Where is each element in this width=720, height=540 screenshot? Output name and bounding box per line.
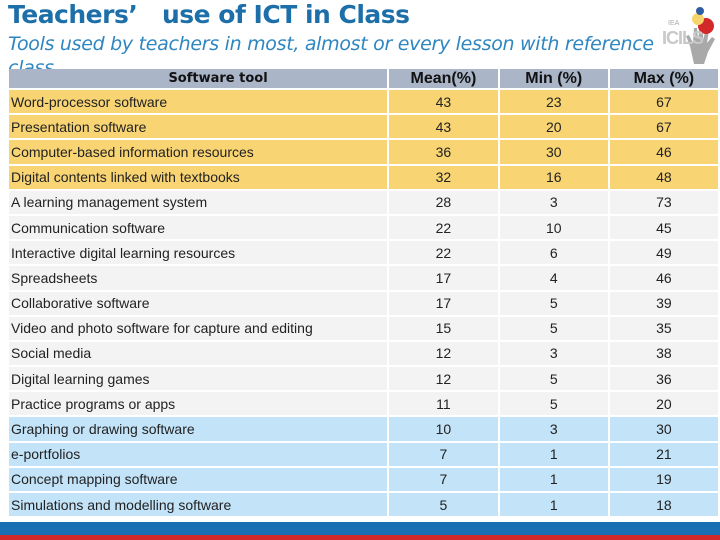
cell-software-tool: Digital contents linked with textbooks (9, 165, 388, 189)
cell-max: 20 (609, 392, 718, 416)
table-row: Social media 12 3 38 (9, 341, 718, 366)
cell-min: 1 (499, 467, 608, 491)
cell-max: 67 (609, 90, 718, 114)
cell-max: 67 (609, 115, 718, 139)
cell-mean: 22 (389, 241, 498, 265)
table-row: Interactive digital learning resources 22… (9, 241, 718, 265)
cell-software-tool: Simulations and modelling software (9, 493, 388, 517)
cell-min: 30 (499, 140, 608, 164)
cell-mean: 17 (389, 291, 498, 315)
cell-max: 73 (609, 190, 718, 214)
slide-title: Teachers’ use of ICT in Class (8, 0, 410, 29)
icils-logo: IEA ICILS (662, 6, 720, 66)
table-row: Computer-based information resources 36 30… (9, 140, 718, 164)
iea-label: IEA (668, 20, 680, 27)
cell-min: 5 (499, 291, 608, 315)
cell-software-tool: Concept mapping software (9, 467, 388, 491)
header-max: Max (%) (609, 69, 718, 88)
cell-mean: 43 (389, 115, 498, 139)
cell-software-tool: Collaborative software (9, 291, 388, 315)
cell-min: 1 (499, 493, 608, 517)
cell-max: 45 (609, 215, 718, 240)
cell-software-tool: Computer-based information resources (9, 140, 388, 164)
cell-mean: 15 (389, 316, 498, 340)
cell-software-tool: Spreadsheets (9, 266, 388, 290)
cell-software-tool: e-portfolios (9, 442, 388, 466)
icils-label: ICILS (662, 28, 704, 48)
table-row: Communication software 22 10 45 (9, 215, 718, 240)
table-row: Digital learning games 12 5 36 (9, 367, 718, 391)
table-row: Digital contents linked with textbooks 32… (9, 165, 718, 189)
table-row: Practice programs or apps 11 5 20 (9, 392, 718, 416)
cell-software-tool: Practice programs or apps (9, 392, 388, 416)
cell-min: 6 (499, 241, 608, 265)
cell-mean: 7 (389, 467, 498, 491)
footer-red-stripe (0, 535, 720, 540)
cell-max: 48 (609, 165, 718, 189)
cell-software-tool: Video and photo software for capture and… (9, 316, 388, 340)
cell-min: 20 (499, 115, 608, 139)
cell-mean: 5 (389, 493, 498, 517)
table-row: Spreadsheets 17 4 46 (9, 266, 718, 290)
table-body: Word-processor software 43 23 67 Presentatio… (9, 90, 718, 517)
header-min: Min (%) (499, 69, 608, 88)
cell-software-tool: A learning management system (9, 190, 388, 214)
cell-mean: 36 (389, 140, 498, 164)
cell-min: 1 (499, 442, 608, 466)
table-row: Concept mapping software 7 1 19 (9, 467, 718, 491)
cell-min: 3 (499, 341, 608, 366)
table-row: e-portfolios 7 1 21 (9, 442, 718, 466)
table-header-row: Software tool Mean(%) Min (%) Max (%) (9, 69, 718, 88)
cell-max: 21 (609, 442, 718, 466)
cell-mean: 12 (389, 367, 498, 391)
table-row: Word-processor software 43 23 67 (9, 90, 718, 114)
table-row: Presentation software 43 20 67 (9, 115, 718, 139)
cell-mean: 32 (389, 165, 498, 189)
table-row: Collaborative software 17 5 39 (9, 291, 718, 315)
footer-blue-stripe (0, 522, 720, 535)
cell-max: 49 (609, 241, 718, 265)
cell-min: 5 (499, 316, 608, 340)
cell-min: 3 (499, 417, 608, 441)
cell-software-tool: Graphing or drawing software (9, 417, 388, 441)
cell-software-tool: Digital learning games (9, 367, 388, 391)
cell-mean: 10 (389, 417, 498, 441)
cell-mean: 11 (389, 392, 498, 416)
cell-software-tool: Communication software (9, 215, 388, 240)
software-tools-table: Software tool Mean(%) Min (%) Max (%) Wo… (7, 67, 720, 518)
cell-min: 5 (499, 367, 608, 391)
cell-mean: 43 (389, 90, 498, 114)
cell-max: 18 (609, 493, 718, 517)
cell-max: 46 (609, 266, 718, 290)
cell-max: 30 (609, 417, 718, 441)
cell-mean: 17 (389, 266, 498, 290)
table-row: Video and photo software for capture and… (9, 316, 718, 340)
cell-mean: 7 (389, 442, 498, 466)
cell-software-tool: Social media (9, 341, 388, 366)
header-mean: Mean(%) (389, 69, 498, 88)
table-row: A learning management system 28 3 73 (9, 190, 718, 214)
cell-min: 3 (499, 190, 608, 214)
cell-mean: 12 (389, 341, 498, 366)
cell-software-tool: Interactive digital learning resources (9, 241, 388, 265)
cell-max: 38 (609, 341, 718, 366)
cell-software-tool: Word-processor software (9, 90, 388, 114)
cell-max: 19 (609, 467, 718, 491)
header-software-tool: Software tool (9, 69, 388, 88)
cell-mean: 28 (389, 190, 498, 214)
cell-max: 39 (609, 291, 718, 315)
cell-max: 46 (609, 140, 718, 164)
cell-max: 36 (609, 367, 718, 391)
cell-min: 23 (499, 90, 608, 114)
cell-min: 10 (499, 215, 608, 240)
table-row: Graphing or drawing software 10 3 30 (9, 417, 718, 441)
cell-min: 5 (499, 392, 608, 416)
cell-max: 35 (609, 316, 718, 340)
table-row: Simulations and modelling software 5 1 18 (9, 493, 718, 517)
cell-software-tool: Presentation software (9, 115, 388, 139)
cell-min: 16 (499, 165, 608, 189)
cell-mean: 22 (389, 215, 498, 240)
cell-min: 4 (499, 266, 608, 290)
